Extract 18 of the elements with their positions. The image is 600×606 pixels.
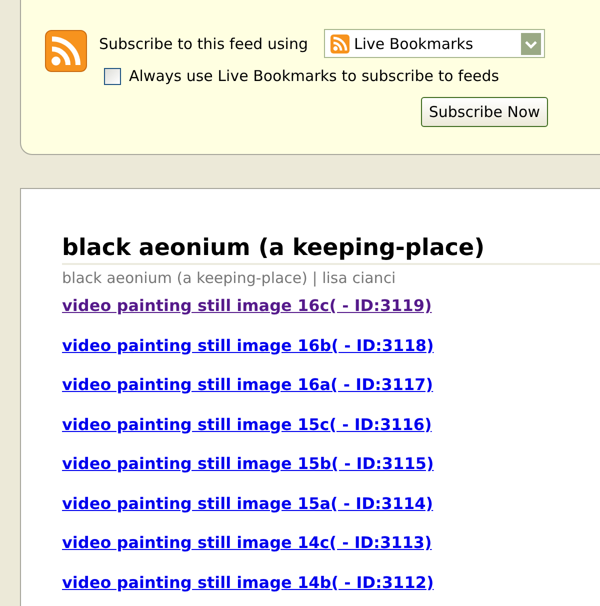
feed-item-link[interactable]: video painting still image 16a( - ID:3117) bbox=[62, 375, 434, 394]
feed-item-link[interactable]: video painting still image 15c( - ID:3116) bbox=[62, 414, 432, 434]
feed-item-link[interactable]: video painting still image 16c( - ID:3119) bbox=[62, 296, 432, 315]
rss-feed-icon bbox=[45, 30, 87, 72]
subscribe-label: Subscribe to this feed using bbox=[99, 34, 308, 52]
feed-item-link[interactable]: video painting still image 15a( - ID:3114) bbox=[62, 494, 434, 512]
feed-item-link[interactable]: video painting still image 14b( - ID:3112) bbox=[62, 572, 434, 592]
feed-item-link[interactable]: video painting still image 15b( - ID:3115) bbox=[62, 454, 434, 473]
reader-value: Live Bookmarks bbox=[354, 34, 474, 52]
feed-item-link[interactable]: video painting still image 14c( - ID:3113) bbox=[62, 533, 432, 552]
subscribe-now-button[interactable]: Subscribe Now bbox=[420, 97, 548, 127]
feed-item-link[interactable]: video painting still image 16b( - ID:3118) bbox=[62, 336, 434, 354]
checkbox[interactable] bbox=[104, 68, 121, 84]
checkbox-label: Always use Live Bookmarks to subscribe to feeds bbox=[129, 67, 500, 85]
feed-title: black aeonium (a keeping-place) bbox=[62, 235, 600, 265]
rss-feed-icon bbox=[330, 34, 350, 54]
reader-dropdown[interactable]: Live Bookmarks bbox=[324, 29, 545, 58]
feed-subtitle: black aeonium (a keeping-place) | lisa cianci bbox=[62, 269, 397, 287]
